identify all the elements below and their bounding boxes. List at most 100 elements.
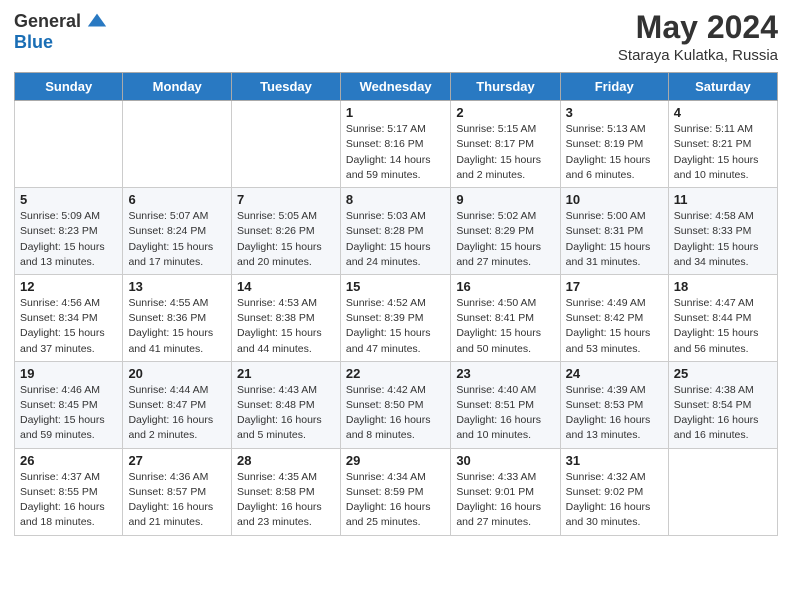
calendar-cell: 24 Sunrise: 4:39 AM Sunset: 8:53 PM Dayli… — [560, 361, 668, 448]
page: General Blue May 2024 Staraya Kulatka, R… — [0, 0, 792, 612]
calendar-header-friday: Friday — [560, 73, 668, 101]
calendar-cell — [668, 448, 777, 535]
calendar-cell: 21 Sunrise: 4:43 AM Sunset: 8:48 PM Dayli… — [232, 361, 341, 448]
calendar-cell: 18Sunrise: 4:47 AM Sunset: 8:44 PM Dayli… — [668, 274, 777, 361]
calendar-header-sunday: Sunday — [15, 73, 123, 101]
calendar-header-row: SundayMondayTuesdayWednesdayThursdayFrid… — [15, 73, 778, 101]
calendar-week-4: 19 Sunrise: 4:46 AM Sunset: 8:45 PM Dayli… — [15, 361, 778, 448]
day-number: 26 — [20, 453, 117, 468]
day-detail: Sunrise: 4:55 AM Sunset: 8:36 PM Dayligh… — [128, 296, 226, 357]
day-detail: Sunrise: 4:35 AM Sunset: 8:58 PM Dayligh… — [237, 470, 335, 531]
calendar-cell: 6 Sunrise: 5:07 AM Sunset: 8:24 PM Daylig… — [123, 188, 232, 275]
day-number: 20 — [128, 366, 226, 381]
calendar-cell: 12Sunrise: 4:56 AM Sunset: 8:34 PM Dayli… — [15, 274, 123, 361]
day-number: 9 — [456, 192, 554, 207]
day-detail: Sunrise: 4:39 AM Sunset: 8:53 PM Dayligh… — [566, 383, 663, 444]
calendar-week-5: 26 Sunrise: 4:37 AM Sunset: 8:55 PM Dayli… — [15, 448, 778, 535]
calendar-cell: 23Sunrise: 4:40 AM Sunset: 8:51 PM Dayli… — [451, 361, 560, 448]
calendar-cell: 14 Sunrise: 4:53 AM Sunset: 8:38 PM Dayli… — [232, 274, 341, 361]
calendar-cell: 30Sunrise: 4:33 AM Sunset: 9:01 PM Dayli… — [451, 448, 560, 535]
day-number: 29 — [346, 453, 445, 468]
day-number: 30 — [456, 453, 554, 468]
day-detail: Sunrise: 4:58 AM Sunset: 8:33 PM Dayligh… — [674, 209, 772, 270]
calendar-header-monday: Monday — [123, 73, 232, 101]
subtitle: Staraya Kulatka, Russia — [618, 47, 778, 64]
logo-icon — [86, 10, 108, 32]
day-detail: Sunrise: 4:42 AM Sunset: 8:50 PM Dayligh… — [346, 383, 445, 444]
day-number: 27 — [128, 453, 226, 468]
logo: General Blue — [14, 10, 108, 53]
day-detail: Sunrise: 5:03 AM Sunset: 8:28 PM Dayligh… — [346, 209, 445, 270]
day-detail: Sunrise: 4:32 AM Sunset: 9:02 PM Dayligh… — [566, 470, 663, 531]
calendar-header-saturday: Saturday — [668, 73, 777, 101]
day-detail: Sunrise: 4:36 AM Sunset: 8:57 PM Dayligh… — [128, 470, 226, 531]
day-number: 11 — [674, 192, 772, 207]
calendar-cell: 4Sunrise: 5:11 AM Sunset: 8:21 PM Daylig… — [668, 101, 777, 188]
calendar-cell: 28 Sunrise: 4:35 AM Sunset: 8:58 PM Dayli… — [232, 448, 341, 535]
day-detail: Sunrise: 4:43 AM Sunset: 8:48 PM Dayligh… — [237, 383, 335, 444]
day-number: 28 — [237, 453, 335, 468]
day-detail: Sunrise: 5:00 AM Sunset: 8:31 PM Dayligh… — [566, 209, 663, 270]
day-detail: Sunrise: 5:11 AM Sunset: 8:21 PM Dayligh… — [674, 122, 772, 183]
day-detail: Sunrise: 4:49 AM Sunset: 8:42 PM Dayligh… — [566, 296, 663, 357]
calendar-cell: 19 Sunrise: 4:46 AM Sunset: 8:45 PM Dayli… — [15, 361, 123, 448]
calendar-cell — [15, 101, 123, 188]
calendar-cell: 17 Sunrise: 4:49 AM Sunset: 8:42 PM Dayli… — [560, 274, 668, 361]
day-number: 13 — [128, 279, 226, 294]
title-block: May 2024 Staraya Kulatka, Russia — [618, 10, 778, 64]
calendar-cell: 22 Sunrise: 4:42 AM Sunset: 8:50 PM Dayli… — [340, 361, 450, 448]
logo-blue-text: Blue — [14, 32, 53, 53]
calendar-cell: 16 Sunrise: 4:50 AM Sunset: 8:41 PM Dayli… — [451, 274, 560, 361]
calendar-cell: 2 Sunrise: 5:15 AM Sunset: 8:17 PM Daylig… — [451, 101, 560, 188]
day-detail: Sunrise: 4:38 AM Sunset: 8:54 PM Dayligh… — [674, 383, 772, 444]
day-detail: Sunrise: 4:37 AM Sunset: 8:55 PM Dayligh… — [20, 470, 117, 531]
day-number: 14 — [237, 279, 335, 294]
calendar-cell: 13 Sunrise: 4:55 AM Sunset: 8:36 PM Dayli… — [123, 274, 232, 361]
day-number: 1 — [346, 105, 445, 120]
day-detail: Sunrise: 4:53 AM Sunset: 8:38 PM Dayligh… — [237, 296, 335, 357]
calendar-week-2: 5Sunrise: 5:09 AM Sunset: 8:23 PM Daylig… — [15, 188, 778, 275]
day-detail: Sunrise: 4:34 AM Sunset: 8:59 PM Dayligh… — [346, 470, 445, 531]
calendar-cell: 1 Sunrise: 5:17 AM Sunset: 8:16 PM Daylig… — [340, 101, 450, 188]
day-detail: Sunrise: 4:46 AM Sunset: 8:45 PM Dayligh… — [20, 383, 117, 444]
day-number: 16 — [456, 279, 554, 294]
day-number: 7 — [237, 192, 335, 207]
day-detail: Sunrise: 4:44 AM Sunset: 8:47 PM Dayligh… — [128, 383, 226, 444]
day-number: 25 — [674, 366, 772, 381]
day-number: 8 — [346, 192, 445, 207]
day-detail: Sunrise: 5:07 AM Sunset: 8:24 PM Dayligh… — [128, 209, 226, 270]
day-detail: Sunrise: 5:02 AM Sunset: 8:29 PM Dayligh… — [456, 209, 554, 270]
day-number: 31 — [566, 453, 663, 468]
calendar-cell: 7 Sunrise: 5:05 AM Sunset: 8:26 PM Daylig… — [232, 188, 341, 275]
day-detail: Sunrise: 5:17 AM Sunset: 8:16 PM Dayligh… — [346, 122, 445, 183]
day-number: 19 — [20, 366, 117, 381]
header: General Blue May 2024 Staraya Kulatka, R… — [14, 10, 778, 64]
calendar-week-1: 1 Sunrise: 5:17 AM Sunset: 8:16 PM Daylig… — [15, 101, 778, 188]
calendar-cell — [123, 101, 232, 188]
day-detail: Sunrise: 5:15 AM Sunset: 8:17 PM Dayligh… — [456, 122, 554, 183]
calendar-header-tuesday: Tuesday — [232, 73, 341, 101]
day-detail: Sunrise: 4:52 AM Sunset: 8:39 PM Dayligh… — [346, 296, 445, 357]
day-number: 21 — [237, 366, 335, 381]
calendar-cell: 5Sunrise: 5:09 AM Sunset: 8:23 PM Daylig… — [15, 188, 123, 275]
day-number: 22 — [346, 366, 445, 381]
day-number: 24 — [566, 366, 663, 381]
calendar-cell: 27 Sunrise: 4:36 AM Sunset: 8:57 PM Dayli… — [123, 448, 232, 535]
day-detail: Sunrise: 5:13 AM Sunset: 8:19 PM Dayligh… — [566, 122, 663, 183]
calendar-cell — [232, 101, 341, 188]
calendar-cell: 25 Sunrise: 4:38 AM Sunset: 8:54 PM Dayli… — [668, 361, 777, 448]
day-number: 10 — [566, 192, 663, 207]
day-number: 6 — [128, 192, 226, 207]
day-detail: Sunrise: 5:05 AM Sunset: 8:26 PM Dayligh… — [237, 209, 335, 270]
calendar-cell: 20 Sunrise: 4:44 AM Sunset: 8:47 PM Dayli… — [123, 361, 232, 448]
day-number: 18 — [674, 279, 772, 294]
calendar-cell: 3Sunrise: 5:13 AM Sunset: 8:19 PM Daylig… — [560, 101, 668, 188]
day-detail: Sunrise: 4:50 AM Sunset: 8:41 PM Dayligh… — [456, 296, 554, 357]
day-number: 17 — [566, 279, 663, 294]
calendar-header-wednesday: Wednesday — [340, 73, 450, 101]
day-number: 2 — [456, 105, 554, 120]
calendar-cell: 9 Sunrise: 5:02 AM Sunset: 8:29 PM Daylig… — [451, 188, 560, 275]
day-detail: Sunrise: 4:56 AM Sunset: 8:34 PM Dayligh… — [20, 296, 117, 357]
day-detail: Sunrise: 5:09 AM Sunset: 8:23 PM Dayligh… — [20, 209, 117, 270]
calendar-cell: 10 Sunrise: 5:00 AM Sunset: 8:31 PM Dayli… — [560, 188, 668, 275]
